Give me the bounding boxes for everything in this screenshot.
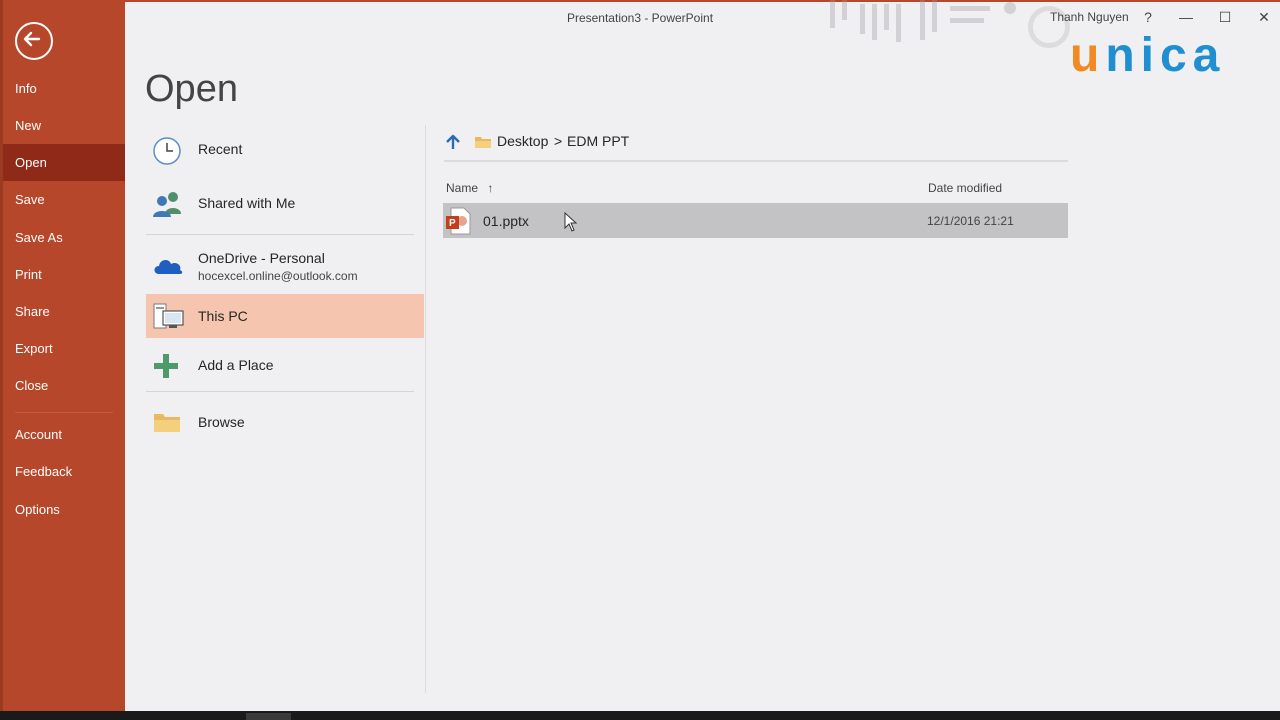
nav-export[interactable]: Export — [3, 330, 125, 367]
sort-arrow-icon: ↑ — [487, 181, 494, 195]
nav-new[interactable]: New — [3, 107, 125, 144]
back-arrow-icon — [23, 31, 41, 47]
location-add-place-label: Add a Place — [198, 357, 274, 373]
unica-logo: unica — [1070, 32, 1225, 80]
locations-divider-2 — [146, 391, 414, 392]
location-onedrive-label: OneDrive - Personal — [198, 250, 325, 266]
nav-open[interactable]: Open — [3, 144, 125, 181]
path-underline — [444, 160, 1068, 162]
taskbar-strip — [0, 711, 1280, 720]
plus-icon — [154, 354, 178, 378]
logo-letter-u: u — [1070, 29, 1106, 82]
breadcrumb-separator: > — [554, 133, 563, 149]
location-this-pc[interactable]: This PC — [146, 294, 424, 338]
help-button[interactable]: ? — [1136, 6, 1160, 28]
locations-divider — [146, 234, 414, 235]
pptx-file-icon: P — [446, 207, 471, 235]
column-name-label: Name — [446, 181, 479, 195]
breadcrumb-desktop[interactable]: Desktop — [497, 133, 548, 149]
nav-save-as[interactable]: Save As — [3, 219, 125, 256]
backstage-sidebar: Info New Open Save Save As Print Share E… — [0, 0, 125, 711]
page-title: Open — [145, 68, 238, 110]
nav-info[interactable]: Info — [3, 70, 125, 107]
location-onedrive-account: hocexcel.online@outlook.com — [198, 269, 358, 283]
file-name: 01.pptx — [483, 213, 529, 229]
location-browse[interactable]: Browse — [146, 400, 424, 442]
nav-close[interactable]: Close — [3, 367, 125, 404]
column-name-header[interactable]: Name ↑ — [446, 181, 493, 195]
taskbar-slot — [246, 713, 291, 720]
onedrive-icon — [154, 260, 183, 274]
location-add-a-place[interactable]: Add a Place — [146, 344, 424, 386]
folder-icon — [154, 414, 180, 432]
file-date: 12/1/2016 21:21 — [927, 214, 1014, 228]
svg-text:P: P — [449, 218, 456, 229]
nav-options[interactable]: Options — [3, 491, 125, 528]
location-browse-label: Browse — [198, 414, 245, 430]
location-onedrive[interactable]: OneDrive - Personal hocexcel.online@outl… — [146, 244, 424, 290]
computer-icon — [153, 303, 184, 329]
title-accent-line — [0, 0, 1280, 2]
location-recent[interactable]: Recent — [146, 130, 424, 170]
user-name[interactable]: Thanh Nguyen — [1050, 10, 1129, 24]
clock-icon — [153, 137, 181, 165]
nav-divider — [15, 412, 113, 413]
maximize-button[interactable]: ☐ — [1213, 6, 1237, 28]
nav-save[interactable]: Save — [3, 181, 125, 218]
panel-divider — [425, 125, 426, 693]
close-window-button[interactable]: ✕ — [1252, 6, 1276, 28]
column-date-header[interactable]: Date modified — [928, 181, 1002, 195]
up-arrow-icon[interactable] — [444, 133, 462, 151]
minimize-button[interactable]: — — [1174, 6, 1198, 28]
nav-print[interactable]: Print — [3, 256, 125, 293]
location-shared-label: Shared with Me — [198, 195, 296, 211]
path-folder-icon — [475, 137, 491, 148]
mouse-cursor-icon — [564, 212, 578, 232]
location-recent-label: Recent — [198, 141, 243, 157]
location-this-pc-label: This PC — [198, 308, 248, 324]
nav-share[interactable]: Share — [3, 293, 125, 330]
nav-account[interactable]: Account — [3, 416, 125, 453]
logo-letters-nica: nica — [1105, 29, 1226, 82]
people-icon — [153, 192, 181, 217]
breadcrumb-edm-ppt[interactable]: EDM PPT — [567, 133, 629, 149]
location-shared-with-me[interactable]: Shared with Me — [146, 184, 424, 224]
nav-feedback[interactable]: Feedback — [3, 453, 125, 490]
back-button[interactable] — [15, 22, 53, 60]
file-row[interactable]: P 01.pptx 12/1/2016 21:21 — [443, 203, 1068, 238]
